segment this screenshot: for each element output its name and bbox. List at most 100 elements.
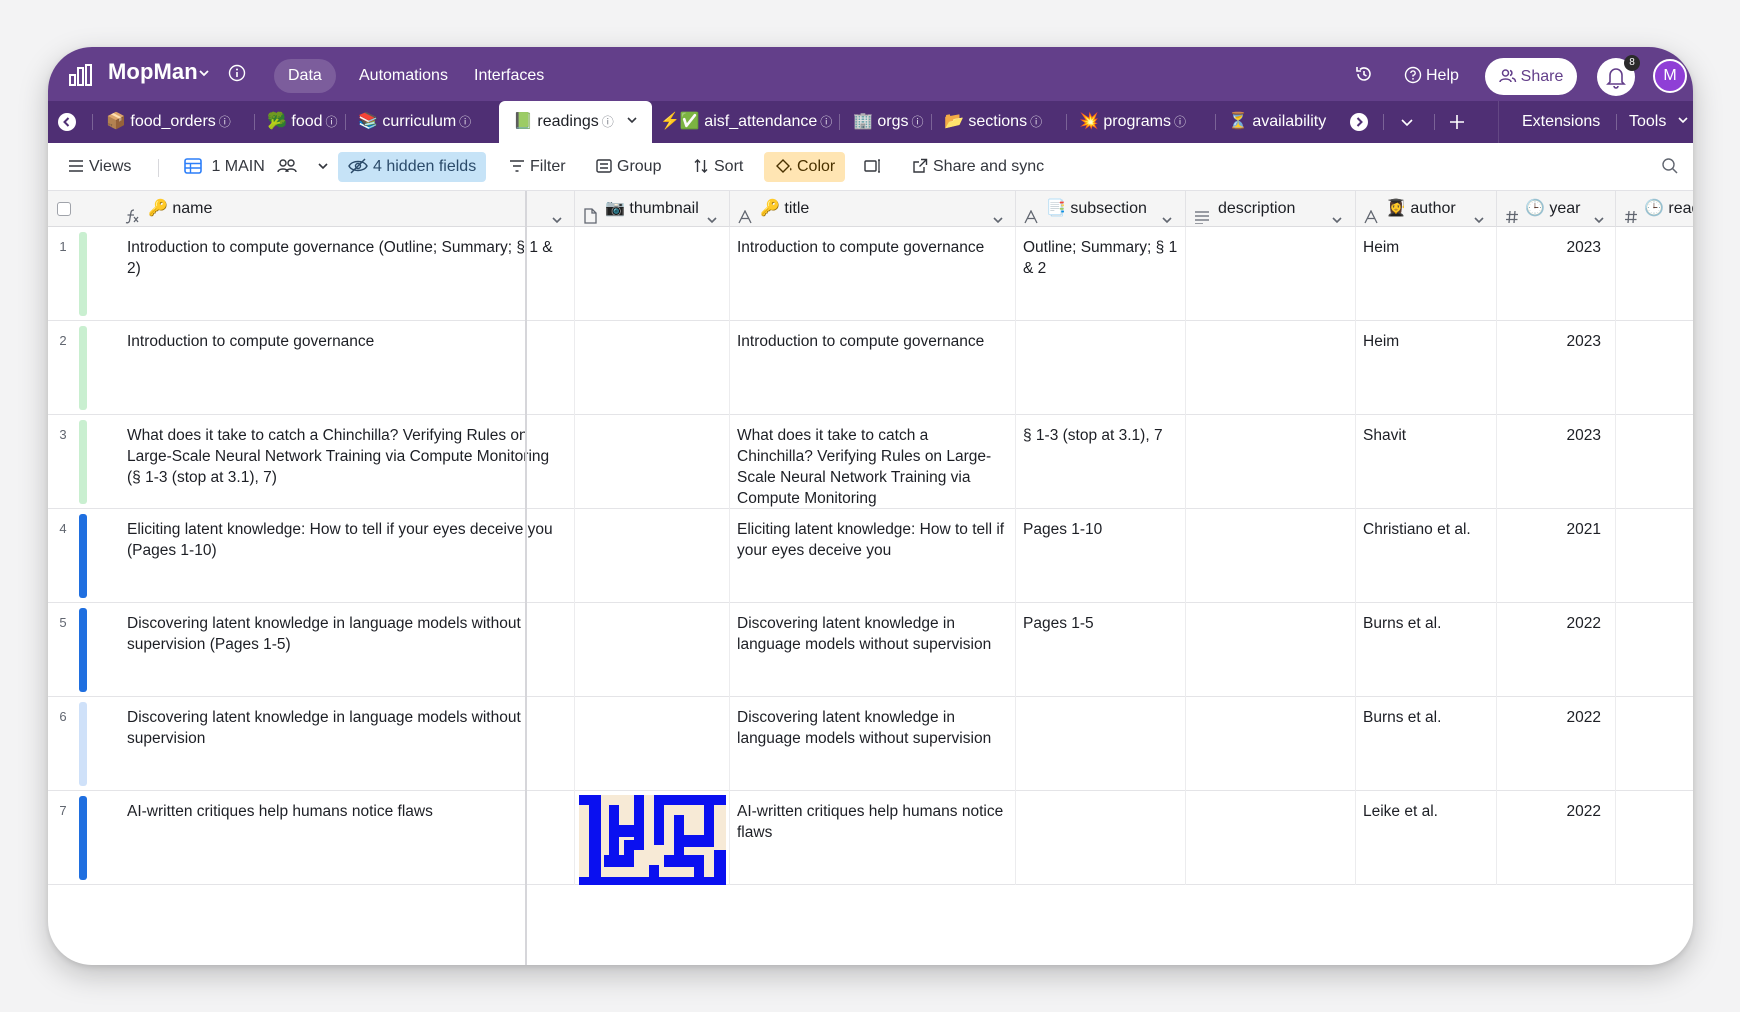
column-header-name[interactable]: 🔑 name — [116, 191, 575, 227]
extensions-button[interactable]: Extensions — [1522, 101, 1600, 143]
group-button[interactable]: Group — [596, 152, 661, 182]
base-logo-icon[interactable] — [68, 63, 94, 92]
chevron-down-icon[interactable] — [1161, 204, 1173, 226]
chevron-down-icon[interactable] — [1331, 204, 1343, 226]
cell-read-time[interactable] — [1616, 227, 1693, 321]
column-header-thumbnail[interactable]: 📷 thumbnail — [575, 191, 730, 227]
cell-title[interactable]: Introduction to compute governance — [730, 321, 1016, 415]
info-icon[interactable]: ⓘ — [1174, 115, 1186, 129]
cell-description[interactable] — [1186, 227, 1356, 321]
chevron-down-icon[interactable] — [706, 204, 718, 226]
column-header-title[interactable]: 🔑 title — [730, 191, 1016, 227]
table-row[interactable]: 4 Eliciting latent knowledge: How to tel… — [48, 509, 1693, 603]
cell-thumbnail[interactable] — [575, 603, 730, 697]
info-icon[interactable]: ⓘ — [602, 115, 614, 129]
filter-button[interactable]: Filter — [509, 152, 566, 182]
cell-author[interactable]: Shavit — [1356, 415, 1497, 509]
app-name[interactable]: MopMan — [108, 59, 198, 85]
cell-subsection[interactable]: Pages 1-5 — [1016, 603, 1186, 697]
column-header-subsection[interactable]: 📑 subsection — [1016, 191, 1186, 227]
cell-name[interactable]: Eliciting latent knowledge: How to tell … — [116, 509, 575, 603]
share-and-sync-button[interactable]: Share and sync — [912, 152, 1044, 182]
cell-author[interactable]: Heim — [1356, 321, 1497, 415]
cell-thumbnail[interactable] — [575, 791, 730, 885]
info-icon[interactable]: ⓘ — [912, 115, 924, 129]
thumbnail-image[interactable] — [579, 795, 726, 885]
table-tab-readings[interactable]: 📗 readings ⓘ — [499, 101, 653, 143]
cell-year[interactable]: 2022 — [1497, 697, 1616, 791]
app-info-icon[interactable] — [228, 64, 246, 87]
column-header-read-time[interactable]: 🕒 read_time — [1616, 191, 1693, 227]
table-row[interactable]: 2 Introduction to compute governance Int… — [48, 321, 1693, 415]
column-header-year[interactable]: 🕒 year — [1497, 191, 1616, 227]
nav-data[interactable]: Data — [274, 59, 336, 93]
cell-subsection[interactable] — [1016, 697, 1186, 791]
sort-button[interactable]: Sort — [693, 152, 743, 182]
info-icon[interactable]: ⓘ — [219, 115, 231, 129]
table-tab-programs[interactable]: 💥 programs ⓘ — [1079, 101, 1186, 143]
cell-name[interactable]: Discovering latent knowledge in language… — [116, 603, 575, 697]
share-button[interactable]: Share — [1485, 58, 1577, 95]
chevron-down-icon[interactable] — [1473, 204, 1485, 226]
cell-subsection[interactable] — [1016, 791, 1186, 885]
table-row[interactable]: 3 What does it take to catch a Chinchill… — [48, 415, 1693, 509]
views-button[interactable]: Views — [68, 152, 131, 182]
cell-author[interactable]: Heim — [1356, 227, 1497, 321]
cell-author[interactable]: Burns et al. — [1356, 697, 1497, 791]
cell-thumbnail[interactable] — [575, 227, 730, 321]
all-tables-dropdown[interactable] — [1400, 101, 1414, 143]
app-menu-chevron-icon[interactable] — [198, 66, 210, 84]
chevron-down-icon[interactable] — [1593, 204, 1605, 226]
table-tab-curriculum[interactable]: 📚 curriculum ⓘ — [358, 101, 471, 143]
info-icon[interactable]: ⓘ — [820, 115, 832, 129]
cell-name[interactable]: Introduction to compute governance — [116, 321, 575, 415]
cell-thumbnail[interactable] — [575, 697, 730, 791]
cell-read-time[interactable] — [1616, 791, 1693, 885]
cell-thumbnail[interactable] — [575, 509, 730, 603]
scroll-left-button[interactable] — [58, 113, 76, 131]
cell-year[interactable]: 2021 — [1497, 509, 1616, 603]
nav-automations[interactable]: Automations — [345, 59, 462, 93]
cell-subsection[interactable]: Outline; Summary; § 1 & 2 — [1016, 227, 1186, 321]
table-tab-orgs[interactable]: 🏢 orgs ⓘ — [853, 101, 924, 143]
chevron-down-icon[interactable] — [551, 204, 563, 226]
cell-read-time[interactable] — [1616, 321, 1693, 415]
table-tab-availability[interactable]: ⏳ availability — [1228, 101, 1326, 143]
cell-author[interactable]: Leike et al. — [1356, 791, 1497, 885]
cell-subsection[interactable] — [1016, 321, 1186, 415]
table-row[interactable]: 6 Discovering latent knowledge in langua… — [48, 697, 1693, 791]
table-row[interactable]: 7 AI-written critiques help humans notic… — [48, 791, 1693, 885]
cell-description[interactable] — [1186, 791, 1356, 885]
hidden-fields-button[interactable]: 4 hidden fields — [338, 152, 487, 182]
cell-title[interactable]: Discovering latent knowledge in language… — [730, 603, 1016, 697]
cell-title[interactable]: Discovering latent knowledge in language… — [730, 697, 1016, 791]
history-icon[interactable] — [1354, 64, 1374, 89]
cell-subsection[interactable]: Pages 1-10 — [1016, 509, 1186, 603]
info-icon[interactable]: ⓘ — [326, 115, 338, 129]
table-tab-sections[interactable]: 📂 sections ⓘ — [944, 101, 1042, 143]
select-all-checkbox[interactable] — [57, 202, 71, 216]
cell-title[interactable]: Introduction to compute governance — [730, 227, 1016, 321]
cell-description[interactable] — [1186, 321, 1356, 415]
cell-author[interactable]: Burns et al. — [1356, 603, 1497, 697]
cell-read-time[interactable] — [1616, 697, 1693, 791]
view-switcher[interactable]: 1 MAIN — [184, 152, 334, 182]
table-tab-aisf-attendance[interactable]: ⚡✅ aisf_attendance ⓘ — [660, 101, 832, 143]
cell-year[interactable]: 2023 — [1497, 227, 1616, 321]
color-button[interactable]: Color — [764, 152, 846, 182]
column-header-description[interactable]: description — [1186, 191, 1356, 227]
cell-read-time[interactable] — [1616, 415, 1693, 509]
cell-title[interactable]: AI-written critiques help humans notice … — [730, 791, 1016, 885]
chevron-down-icon[interactable] — [992, 204, 1004, 226]
cell-read-time[interactable] — [1616, 603, 1693, 697]
cell-thumbnail[interactable] — [575, 415, 730, 509]
cell-description[interactable] — [1186, 509, 1356, 603]
scroll-right-button[interactable] — [1350, 113, 1368, 131]
table-row[interactable]: 1 Introduction to compute governance (Ou… — [48, 227, 1693, 321]
table-row[interactable]: 5 Discovering latent knowledge in langua… — [48, 603, 1693, 697]
add-table-button[interactable] — [1449, 101, 1465, 143]
table-tab-food-orders[interactable]: 📦 food_orders ⓘ — [106, 101, 231, 143]
cell-read-time[interactable] — [1616, 509, 1693, 603]
cell-name[interactable]: What does it take to catch a Chinchilla?… — [116, 415, 575, 509]
info-icon[interactable]: ⓘ — [459, 115, 471, 129]
